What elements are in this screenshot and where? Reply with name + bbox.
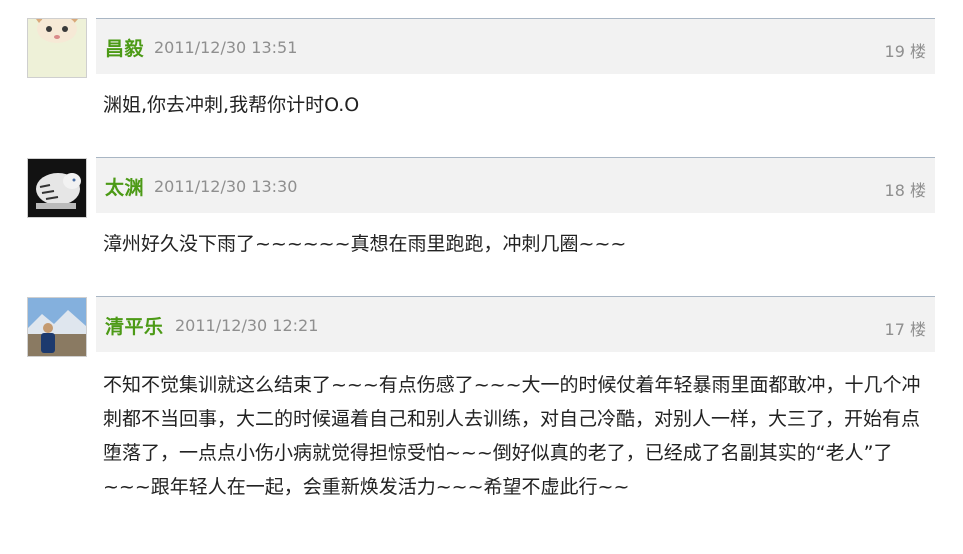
avatar[interactable] (27, 297, 87, 357)
comment-header: 太渊 2011/12/30 13:30 18 楼 (96, 157, 935, 213)
floor-number: 17 楼 (884, 320, 926, 339)
avatar[interactable] (27, 158, 87, 218)
avatar[interactable] (27, 18, 87, 78)
comment-header: 清平乐 2011/12/30 12:21 17 楼 (96, 296, 935, 352)
floor-number: 18 楼 (884, 181, 926, 200)
comment-text: 漳州好久没下雨了~~~~~~真想在雨里跑跑，冲刺几圈~~~ (103, 233, 627, 255)
comment-text: 渊姐,你去冲刺,我帮你计时O.O (103, 94, 360, 116)
comment-text: 不知不觉集训就这么结束了~~~有点伤感了~~~大一的时候仗着年轻暴雨里面都敢冲，… (103, 374, 921, 498)
mountain-person-avatar-icon (28, 298, 86, 356)
white-tiger-avatar-icon (28, 159, 86, 217)
comment-time: 2011/12/30 13:51 (154, 38, 298, 57)
author-name[interactable]: 昌毅 (105, 34, 144, 61)
floor-number: 19 楼 (884, 42, 926, 61)
author-name[interactable]: 清平乐 (105, 312, 164, 339)
comment-time: 2011/12/30 13:30 (154, 177, 298, 196)
cat-avatar-icon (28, 19, 86, 77)
comment-time: 2011/12/30 12:21 (175, 316, 319, 335)
comment-header: 昌毅 2011/12/30 13:51 19 楼 (96, 18, 935, 74)
author-name[interactable]: 太渊 (105, 173, 144, 200)
